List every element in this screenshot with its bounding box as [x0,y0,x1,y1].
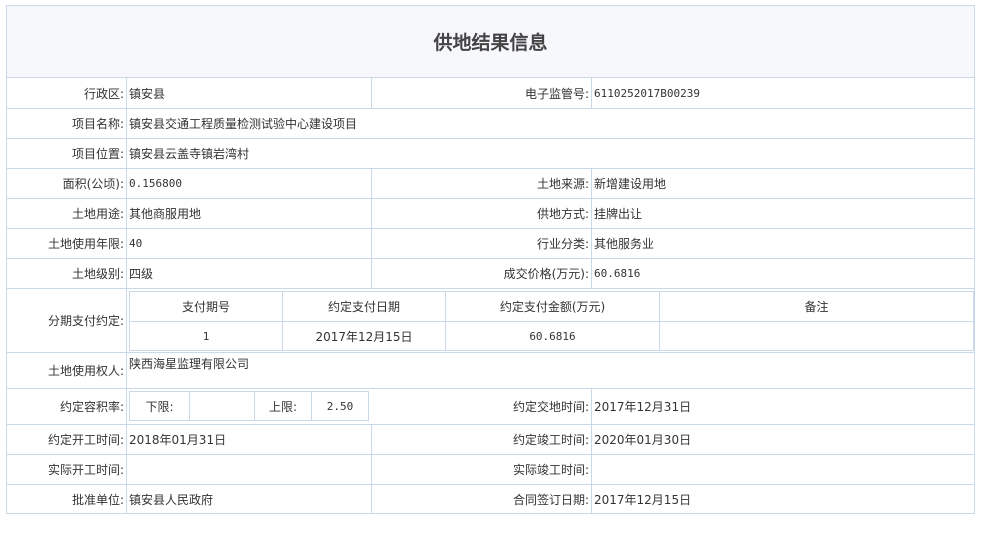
row-region: 行政区: 镇安县 电子监管号: 6110252017B00239 [6,78,975,109]
far-lower-label: 下限: [129,391,190,421]
land-use-value: 其他商服用地 [126,199,371,228]
far-cell: 下限: 上限: 2.50 [126,389,371,424]
row-land-use: 土地用途: 其他商服用地 供地方式: 挂牌出让 [6,199,975,229]
land-source-value: 新增建设用地 [591,169,975,198]
start-time-label: 约定开工时间: [47,433,124,447]
row-project-name: 项目名称: 镇安县交通工程质量检测试验中心建设项目 [6,109,975,139]
project-name-value: 镇安县交通工程质量检测试验中心建设项目 [126,109,975,138]
approval-unit-label: 批准单位: [71,493,124,507]
installments-header: 约定支付金额(万元) [445,291,660,322]
use-years-value: 40 [126,229,371,258]
actual-start-label: 实际开工时间: [47,463,124,477]
industry-value: 其他服务业 [591,229,975,258]
supply-method-label: 供地方式: [371,199,591,228]
row-land-grade: 土地级别: 四级 成交价格(万元): 60.6816 [6,259,975,289]
use-years-label: 土地使用年限: [47,237,124,251]
supervision-no-label: 电子监管号: [371,78,591,108]
deal-price-label: 成交价格(万元): [371,259,591,288]
land-grade-label: 土地级别: [71,267,124,281]
row-project-location: 项目位置: 镇安县云盖寺镇岩湾村 [6,139,975,169]
land-grade-value: 四级 [126,259,371,288]
row-area: 面积(公顷): 0.156800 土地来源: 新增建设用地 [6,169,975,199]
far-lower-value [189,391,255,421]
area-label: 面积(公顷): [62,177,124,191]
installments-header: 支付期号 [129,291,283,322]
installment-period: 1 [129,321,283,351]
area-value: 0.156800 [126,169,371,198]
installments-header: 约定支付日期 [282,291,446,322]
start-time-value: 2018年01月31日 [126,425,371,454]
actual-finish-value [591,455,975,484]
row-use-years: 土地使用年限: 40 行业分类: 其他服务业 [6,229,975,259]
finish-time-label: 约定竣工时间: [371,425,591,454]
finish-time-value: 2020年01月30日 [591,425,975,454]
page-title: 供地结果信息 [6,5,975,78]
installment-note [659,321,974,351]
land-user-value: 陕西海星监理有限公司 [126,353,975,388]
project-location-value: 镇安县云盖寺镇岩湾村 [126,139,975,168]
installments-header: 备注 [659,291,974,322]
contract-date-value: 2017年12月15日 [591,485,975,514]
region-label: 行政区: [83,86,124,101]
supervision-no-value: 6110252017B00239 [591,78,975,108]
row-far: 约定容积率: 下限: 上限: 2.50 约定交地时间: 2017年12月31日 [6,389,975,425]
approval-unit-value: 镇安县人民政府 [126,485,371,514]
installment-amount: 60.6816 [445,321,660,351]
industry-label: 行业分类: [371,229,591,258]
region-value: 镇安县 [126,78,371,108]
row-land-user: 土地使用权人: 陕西海星监理有限公司 [6,353,975,389]
land-source-label: 土地来源: [371,169,591,198]
far-upper-label: 上限: [254,391,312,421]
far-upper-value: 2.50 [311,391,369,421]
project-location-label: 项目位置: [71,147,124,161]
installments-header-row: 支付期号 约定支付日期 约定支付金额(万元) 备注 [129,291,974,322]
contract-date-label: 合同签订日期: [371,485,591,514]
row-installments: 分期支付约定: 支付期号 约定支付日期 约定支付金额(万元) 备注 1 2017… [6,289,975,353]
handover-time-label: 约定交地时间: [512,400,589,414]
installments-cell: 支付期号 约定支付日期 约定支付金额(万元) 备注 1 2017年12月15日 … [126,289,975,352]
installment-date: 2017年12月15日 [282,321,446,351]
far-label: 约定容积率: [59,400,124,414]
installments-row: 1 2017年12月15日 60.6816 [129,321,974,351]
handover-time-value: 2017年12月31日 [591,389,975,424]
row-approval-unit: 批准单位: 镇安县人民政府 合同签订日期: 2017年12月15日 [6,485,975,514]
actual-start-value [126,455,371,484]
row-actual-start: 实际开工时间: 实际竣工时间: [6,455,975,485]
supply-method-value: 挂牌出让 [591,199,975,228]
installments-label: 分期支付约定: [47,314,124,328]
deal-price-value: 60.6816 [591,259,975,288]
land-use-label: 土地用途: [71,207,124,221]
installments-table: 支付期号 约定支付日期 约定支付金额(万元) 备注 1 2017年12月15日 … [129,291,974,351]
land-user-label: 土地使用权人: [47,364,124,378]
row-start-time: 约定开工时间: 2018年01月31日 约定竣工时间: 2020年01月30日 [6,425,975,455]
actual-finish-label: 实际竣工时间: [371,455,591,484]
project-name-label: 项目名称: [71,117,124,131]
